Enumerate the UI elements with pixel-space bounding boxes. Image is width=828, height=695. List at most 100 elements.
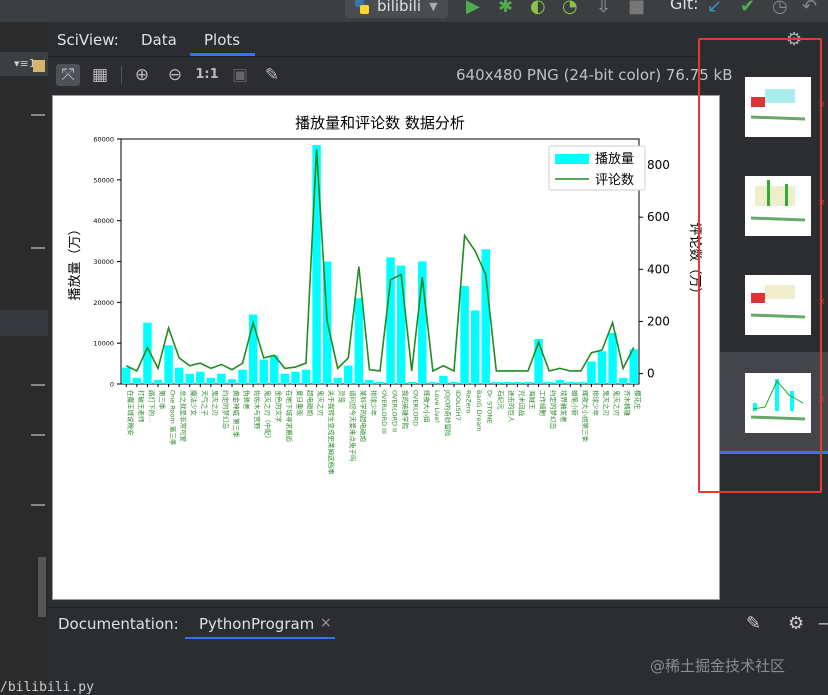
bar	[502, 381, 512, 384]
bar	[439, 375, 448, 384]
git-history-icon[interactable]: ◷	[772, 0, 788, 17]
actual-size-button[interactable]: 1:1	[195, 64, 219, 86]
bar	[555, 379, 564, 384]
color-picker-icon[interactable]: ✎	[260, 64, 284, 86]
x-tick-label: 樱花庄	[634, 390, 643, 410]
attach-icon[interactable]: ⇩	[596, 0, 611, 17]
close-icon[interactable]: ×	[320, 615, 332, 631]
debug-icon[interactable]: ✱	[498, 0, 513, 17]
x-tick-label: JOJO的奇妙冒险	[443, 389, 452, 437]
git-label: Git:	[670, 0, 699, 13]
bar	[523, 381, 533, 384]
bar	[344, 365, 353, 384]
bar	[333, 377, 342, 384]
active-tab-indicator	[185, 637, 335, 639]
git-commit-icon[interactable]: ✔	[740, 0, 755, 17]
tab-python-program[interactable]: PythonProgram	[199, 615, 314, 633]
annotation-highlight-box	[698, 38, 822, 493]
x-tick-label: 海贼王	[528, 390, 537, 410]
x-tick-label: 咒术回战	[517, 390, 526, 417]
y2-tick-label: 800	[647, 158, 670, 172]
run-icon[interactable]: ▶	[466, 0, 480, 17]
bar	[470, 310, 480, 384]
x-tick-label: 在魔王城说晚安	[126, 390, 135, 436]
documentation-label: Documentation:	[58, 615, 179, 633]
y-tick-label: 50000	[93, 176, 114, 184]
x-tick-label: 蜡笔小新	[570, 390, 579, 417]
console-output: /bilibili.py	[0, 680, 94, 695]
sciview-title: SciView:	[57, 31, 119, 49]
y2-tick-label: 200	[647, 314, 670, 328]
y2-tick-label: 0	[647, 367, 655, 381]
bar	[407, 381, 416, 384]
x-tick-label: 灵笼	[338, 390, 347, 404]
profile-icon[interactable]: ◔	[562, 0, 578, 17]
x-tick-label: 鬼灭之刃	[602, 390, 611, 416]
tab-plots[interactable]: Plots	[204, 31, 240, 49]
x-tick-label: 辉夜大小姐第三季	[581, 390, 590, 443]
bar	[206, 377, 216, 384]
bar	[365, 379, 374, 384]
chevron-down-icon: ▼	[429, 0, 438, 13]
gear-icon[interactable]: ⚙	[788, 613, 804, 634]
y2-tick-label: 600	[647, 210, 670, 224]
bar	[122, 367, 131, 384]
x-tick-label: 关于我转生变成史莱姆这档事	[327, 390, 336, 475]
grid-icon[interactable]: ▦	[88, 64, 112, 86]
zoom-in-icon[interactable]: ⊕	[130, 64, 154, 86]
tab-data[interactable]: Data	[141, 31, 177, 49]
bar	[576, 381, 586, 384]
legend-label-bars: 播放量	[595, 152, 634, 167]
x-tick-label: 鬼灭之刃	[317, 390, 326, 416]
current-line-highlight	[0, 310, 48, 336]
run-config-label: bilibili	[377, 0, 422, 15]
y-tick-label: 30000	[93, 258, 114, 266]
bar	[280, 373, 290, 384]
x-tick-label: 夏日重现	[295, 390, 303, 417]
file-icon	[33, 60, 45, 72]
bar	[587, 361, 596, 384]
plot-canvas: 播放量和评论数 数据分析 0 10000 20000 30000 40000 50000 60…	[52, 95, 720, 600]
x-tick-label: 我的英雄学院	[401, 390, 410, 430]
coverage-icon[interactable]: ◐	[530, 0, 546, 17]
bar	[196, 371, 205, 384]
bar	[164, 345, 173, 384]
edit-icon[interactable]: ✎	[746, 613, 761, 634]
x-tick-label: 鬼灭之刃	[211, 390, 220, 416]
x-tick-label: OVERLORD III	[380, 390, 388, 434]
bar	[291, 371, 300, 384]
legend-swatch-bars	[555, 154, 589, 164]
bar	[534, 339, 543, 384]
y-tick-label: 20000	[93, 299, 114, 307]
bar	[153, 379, 163, 384]
x-tick-label: OVERLORD II	[391, 390, 399, 432]
stop-icon[interactable]: ■	[628, 0, 645, 17]
fit-zoom-icon[interactable]: ⤧	[56, 64, 80, 86]
x-tick-label: 请问您今天要来点兔子吗	[348, 390, 357, 462]
bar	[174, 367, 184, 384]
scrollbar[interactable]	[38, 557, 46, 617]
image-info: 640x480 PNG (24-bit color) 76.75 kB	[456, 66, 733, 84]
x-tick-label: 路灯下的...	[147, 390, 156, 422]
x-tick-label: 进击的巨人	[507, 390, 516, 423]
git-update-icon[interactable]: ↙	[707, 0, 722, 17]
git-rollback-icon[interactable]: ↶	[802, 0, 817, 17]
chart: 播放量和评论数 数据分析 0 10000 20000 30000 40000 50000 60…	[68, 114, 702, 475]
toolbar-divider	[121, 66, 122, 84]
gutter-marker	[31, 384, 45, 386]
gutter-marker	[31, 504, 45, 506]
minimize-icon[interactable]: —	[818, 613, 828, 634]
zoom-out-icon[interactable]: ⊖	[163, 64, 187, 86]
x-tick-label: Dr. STONE	[486, 390, 494, 423]
run-config-dropdown[interactable]: bilibili ▼	[345, 0, 448, 18]
y-tick-label: 10000	[93, 340, 114, 348]
bar	[301, 369, 311, 384]
y-axis-label: 播放量（万）	[68, 222, 83, 300]
x-tick-label: Love Live!	[433, 390, 441, 423]
x-tick-label: 石纪元	[496, 390, 505, 410]
active-tab-indicator	[190, 53, 255, 56]
bar	[608, 332, 617, 384]
image-icon[interactable]: ▣	[228, 64, 252, 86]
x-tick-label: 辉夜大小姐	[422, 390, 431, 423]
y-tick-label: 0	[110, 381, 114, 389]
